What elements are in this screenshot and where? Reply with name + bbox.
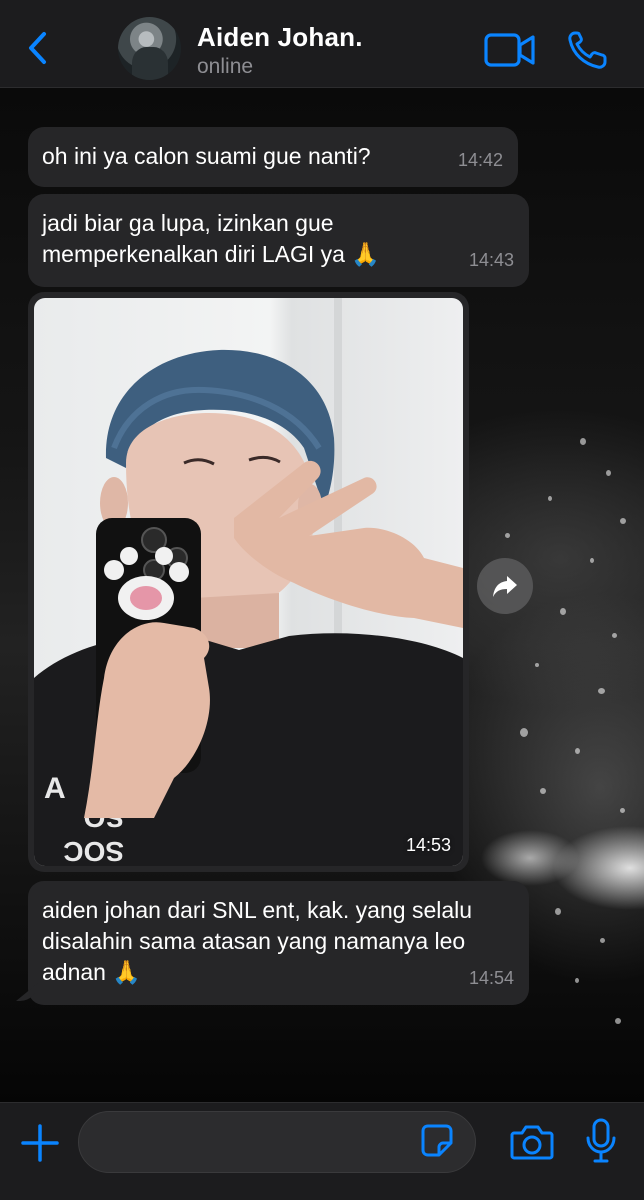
phone-icon: [568, 31, 607, 69]
back-button[interactable]: [22, 28, 54, 68]
message-text: aiden johan dari SNL ent, kak. yang sela…: [42, 897, 473, 985]
image-timestamp: 14:53: [405, 835, 451, 855]
sticker-button[interactable]: [420, 1123, 454, 1159]
water-drop: [590, 558, 594, 563]
water-drop: [560, 608, 566, 615]
video-call-button[interactable]: [484, 32, 536, 68]
message-bubble-incoming[interactable]: aiden johan dari SNL ent, kak. yang sela…: [28, 881, 529, 1005]
water-drop: [580, 438, 586, 445]
message-timestamp: 14:54: [468, 968, 514, 988]
plus-icon: [21, 1124, 59, 1162]
water-drop: [600, 938, 605, 943]
water-drop: [575, 748, 580, 754]
message-bubble-incoming[interactable]: jadi biar ga lupa, izinkan gue memperken…: [28, 194, 529, 287]
water-drop: [548, 496, 552, 501]
message-text: oh ini ya calon suami gue nanti?: [42, 143, 371, 169]
chevron-left-icon: [29, 32, 46, 64]
water-drop: [540, 788, 546, 794]
attach-button[interactable]: [20, 1123, 60, 1163]
water-drop: [620, 518, 626, 524]
microphone-button[interactable]: [584, 1118, 618, 1164]
camera-button[interactable]: [510, 1123, 554, 1161]
water-drop: [615, 1018, 621, 1024]
message-timestamp: 14:42: [457, 150, 503, 170]
photo-thumbnail[interactable]: A SO SOC 14:53: [34, 298, 463, 866]
camera-icon: [510, 1125, 554, 1160]
selfie-photo: A SO SOC: [34, 298, 463, 866]
message-bubble-incoming[interactable]: oh ini ya calon suami gue nanti? 14:42: [28, 127, 518, 187]
water-drop: [612, 633, 617, 638]
microphone-icon: [586, 1118, 616, 1163]
voice-call-button[interactable]: [566, 30, 610, 70]
forward-button[interactable]: [477, 558, 533, 614]
water-drop: [598, 688, 605, 694]
water-drop: [620, 808, 625, 813]
svg-text:SOC: SOC: [63, 836, 124, 866]
water-drop: [555, 908, 561, 915]
shirt-print: A: [44, 772, 66, 805]
message-input[interactable]: [78, 1111, 476, 1173]
image-message-bubble[interactable]: A SO SOC 14:53: [28, 292, 469, 872]
water-drop: [606, 470, 611, 476]
message-timestamp: 14:43: [468, 250, 514, 270]
water-drop: [575, 978, 579, 983]
forward-arrow-icon: [493, 576, 517, 597]
contact-status: online: [197, 55, 254, 78]
water-drop: [520, 728, 528, 737]
video-camera-icon: [484, 33, 535, 67]
contact-name[interactable]: Aiden Johan.: [197, 22, 363, 53]
sticker-icon: [421, 1124, 453, 1157]
message-input-bar: [0, 1102, 644, 1200]
water-drop: [535, 663, 539, 667]
message-text: jadi biar ga lupa, izinkan gue memperken…: [42, 210, 380, 267]
contact-avatar[interactable]: [118, 17, 181, 80]
chat-header: Aiden Johan. online: [0, 0, 644, 88]
water-drop: [505, 533, 510, 538]
